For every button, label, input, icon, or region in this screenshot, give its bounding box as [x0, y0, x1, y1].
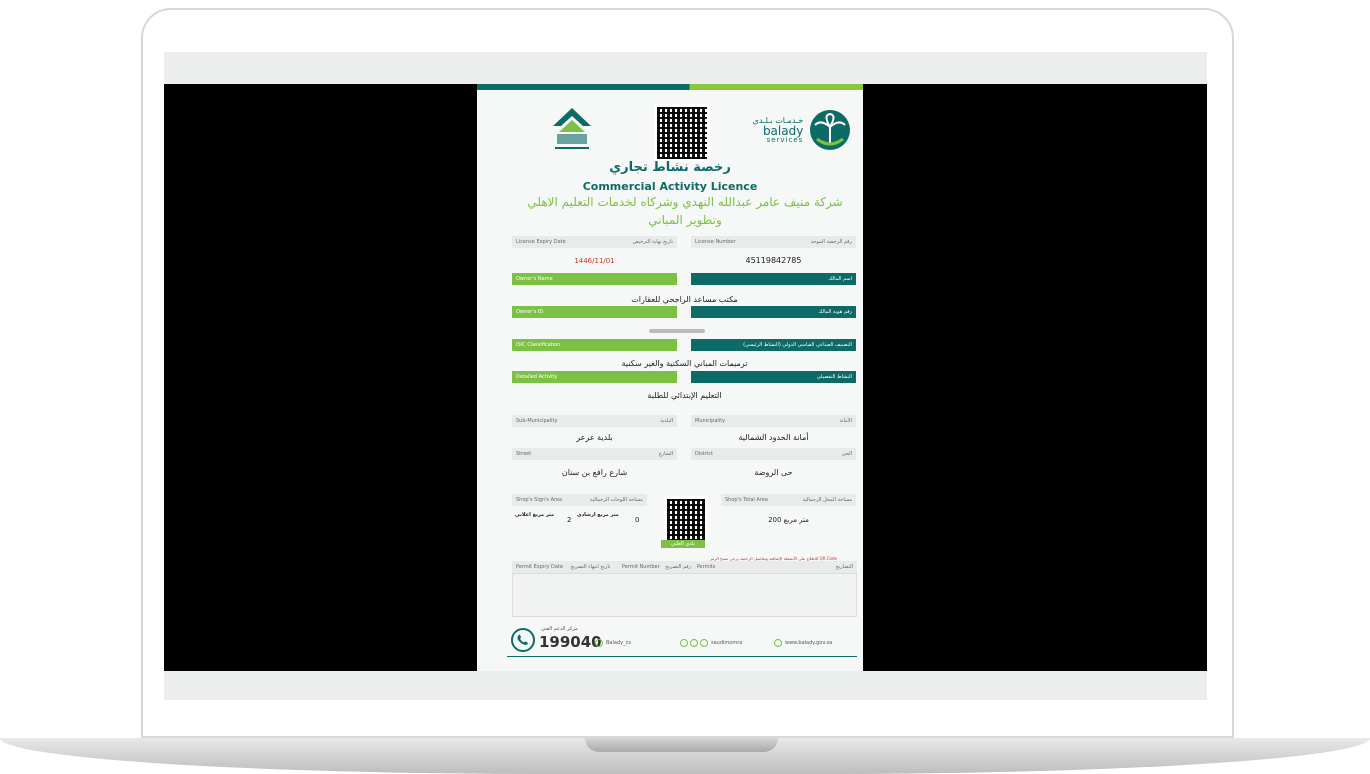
qr-code-middle — [664, 496, 708, 544]
emblem-icon — [553, 108, 591, 149]
detail-value: التعليم الإبتدائي للطلبة — [647, 391, 722, 400]
permit-expiry-en: Permit Expiry Date — [516, 564, 563, 570]
twitter-icon — [595, 639, 603, 647]
screen-bezel-bottom — [164, 671, 1207, 700]
support-phone: 199040 — [539, 633, 602, 651]
mun-label-cell: Municipality الأمانة — [691, 415, 856, 427]
permits-en: Permits — [696, 564, 716, 570]
district-label-en: District — [695, 451, 713, 457]
total-label-ar: مساحة المحل الرجمالية — [802, 497, 852, 503]
isic-label-en: ISIC Classification — [512, 339, 677, 351]
mun-value: أمانة الحدود الشمالية — [738, 433, 809, 442]
total-label-cell: Shop's Total Area مساحة المحل الرجمالية — [721, 494, 856, 506]
submun-value: بلدية عرعر — [576, 433, 613, 442]
sign-value-a: 0 — [635, 516, 640, 524]
permit-expiry-ar: تاريخ انتهاء التصريح — [570, 564, 611, 570]
support-label: مركز الدعم الفني — [541, 626, 578, 632]
district-label-cell: District الحي — [691, 448, 856, 460]
sign-label-en: Shop's Sign's Area — [516, 497, 563, 503]
owner-label-ar: اسم المالك — [691, 273, 856, 285]
owner-id-label-ar: رقم هوية المالك — [691, 306, 856, 318]
owner-id-label-en: Owner's ID — [512, 306, 677, 318]
brand-sub: services — [766, 135, 804, 144]
title-en: Commercial Activity Licence — [582, 180, 758, 193]
expiry-value: 1446/11/01 — [574, 257, 615, 265]
mun-label-en: Municipality — [695, 418, 726, 424]
district-label-ar: الحي — [841, 451, 852, 457]
submun-label-cell: Sub-Municipality البلدية — [512, 415, 677, 427]
street-label-en: Street — [516, 451, 532, 457]
street-value: شارع رافع بن سنان — [561, 468, 628, 477]
balady-logo: خـدمـات بـلـدي balady services — [747, 104, 857, 156]
sign-unit-a: متر مربع ارشادي — [577, 512, 619, 518]
total-value: 200 متر مربع — [768, 516, 809, 524]
brand-en: balady — [762, 123, 804, 138]
northern-borders-logo — [547, 104, 597, 156]
facebook-icon — [690, 639, 698, 647]
screen-bezel-top — [164, 52, 1207, 84]
licence-document: خـدمـات بـلـدي balady services رخصة نشاط… — [477, 84, 863, 671]
company-name: شركة منيف عامر عبدالله النهدي وشركاه لخد… — [527, 195, 843, 227]
website-link[interactable]: www.balady.gov.sa — [785, 640, 832, 646]
title-ar: رخصة نشاط تجاري — [609, 160, 731, 175]
street-label-ar: الشارع — [658, 451, 673, 457]
qr-caption: بلدي العلني — [661, 540, 705, 548]
number-label-en: License Number — [695, 239, 736, 245]
number-value: 45119842785 — [745, 256, 802, 265]
submun-label-en: Sub-Municipality — [516, 418, 558, 424]
street-label-cell: Street الشارع — [512, 448, 677, 460]
qr-code-top — [654, 104, 710, 162]
youtube-icon — [700, 639, 708, 647]
expiry-label-cell: License Expiry Date تاريخ نهاية الترخيص — [512, 236, 677, 248]
scroll-handle[interactable] — [649, 329, 705, 333]
twitter-icon-2 — [680, 639, 688, 647]
sign-label-cell: Shop's Sign's Area مساحة اللوحات الرجمال… — [512, 494, 647, 506]
total-label-en: Shop's Total Area — [725, 497, 768, 503]
detail-label-ar: النشاط التفصيلي — [691, 371, 856, 383]
laptop-notch — [585, 738, 778, 752]
phone-icon — [511, 628, 535, 652]
expiry-label-en: License Expiry Date — [516, 239, 566, 245]
owner-label-en: Owner's Name — [512, 273, 677, 285]
mun-label-ar: الأمانة — [839, 418, 852, 424]
permits-header: Permit Expiry Date تاريخ انتهاء التصريح … — [512, 561, 857, 573]
permits-table-body — [512, 573, 857, 617]
sign-value-b: 2 — [567, 516, 572, 524]
sign-values: متر مربع اعلاني 2 متر مربع ارشادي 0 — [515, 510, 643, 524]
sign-unit-b: متر مربع اعلاني — [515, 512, 555, 518]
owner-value: مكتب مساعد الراجحي للعقارات — [631, 295, 738, 304]
twitter-handle[interactable]: Balady_cs — [606, 640, 631, 646]
isic-value: ترميمات المباني السكنية والغير سكنية — [621, 359, 748, 368]
permits-ar: التصاريح — [835, 564, 853, 570]
number-label-ar: رقم الرخصة الموحد — [810, 239, 852, 245]
expiry-label-ar: تاريخ نهاية الترخيص — [632, 239, 673, 245]
screen: خـدمـات بـلـدي balady services رخصة نشاط… — [164, 84, 1207, 671]
globe-icon — [774, 639, 782, 647]
footer-line — [507, 656, 857, 657]
number-label-cell: License Number رقم الرخصة الموحد — [691, 236, 856, 248]
social-handle[interactable]: saudimomra — [711, 640, 742, 646]
submun-label-ar: البلدية — [660, 418, 673, 424]
document-topbar — [477, 84, 863, 90]
isic-label-ar: التصنيف الصناعي القياسي الدولي (النشاط ا… — [691, 339, 856, 351]
permit-number-ar: رقم التصريح — [665, 564, 692, 570]
sign-label-ar: مساحة اللوحات الرجمالية — [590, 497, 643, 503]
detail-label-en: Detailed Activity — [512, 371, 677, 383]
palm-icon — [810, 110, 851, 150]
permit-number-en: Permit Number — [621, 564, 660, 570]
district-value: حى الروضة — [754, 468, 793, 477]
